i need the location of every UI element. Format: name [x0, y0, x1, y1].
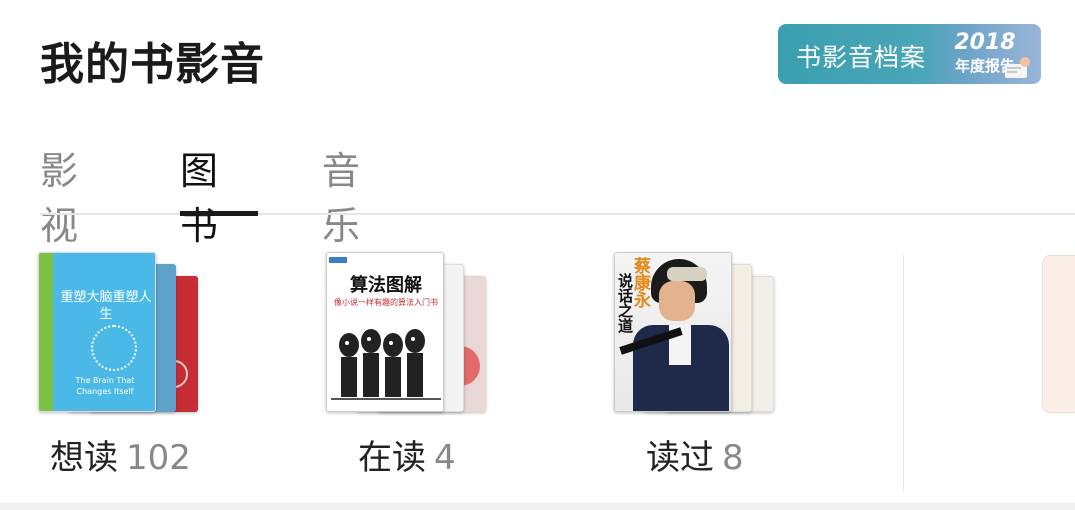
annual-report-banner[interactable]: 书影音档案 2018 年度报告 [778, 24, 1041, 84]
shelf-reading[interactable]: 算法图解 像小说一样有趣的算法入门书 在读 4 [326, 252, 486, 478]
book-cover-title: 蔡康永 [630, 257, 650, 308]
book-cover-subtitle: The Brain That Changes Itself [75, 376, 135, 396]
shelf-name: 读过 [646, 438, 714, 478]
next-card-peek[interactable] [1042, 255, 1075, 413]
report-year: 2018 [954, 30, 1016, 55]
page-title: 我的书影音 [40, 39, 265, 90]
reading-person-icon [1005, 57, 1030, 78]
shelf-label-want: 想读 102 [50, 430, 191, 479]
book-cover-subtitle: 说话之道 [616, 273, 634, 333]
book-cover-front: 蔡康永 说话之道 [614, 252, 732, 412]
book-cover-subtitle: 像小说一样有趣的算法入门书 [334, 298, 438, 307]
report-banner-label: 书影音档案 [796, 43, 927, 72]
book-stack: 算法图解 像小说一样有趣的算法入门书 [326, 252, 486, 414]
shelf-count: 4 [434, 438, 456, 478]
book-stack: 重塑大脑重塑人生 The Brain That Changes Itself [38, 252, 198, 414]
book-cover-front: 算法图解 像小说一样有趣的算法入门书 [326, 252, 444, 412]
shelf-label-read: 读过 8 [646, 430, 744, 479]
shelf-want-to-read[interactable]: 重塑大脑重塑人生 The Brain That Changes Itself 想… [38, 252, 198, 478]
bottom-separator [0, 503, 1075, 510]
shelf-count: 8 [722, 438, 744, 478]
book-cover-front: 重塑大脑重塑人生 The Brain That Changes Itself [38, 252, 156, 412]
shelf-read[interactable]: □ 蔡康永 说话之道 读过8 [614, 252, 774, 478]
tab-books[interactable]: 图书 [180, 140, 218, 248]
shelf-count: 102 [126, 438, 191, 478]
active-tab-indicator [180, 211, 258, 216]
tab-movies[interactable]: 影视 [40, 140, 78, 248]
shelf-label-reading: 在读 4 [358, 430, 456, 479]
book-stack: □ 蔡康永 说话之道 [614, 252, 774, 414]
tab-music[interactable]: 音乐 [322, 140, 360, 248]
book-cover-title: 算法图解 [350, 275, 422, 296]
shelf-name: 想读 [50, 438, 118, 478]
section-divider [903, 255, 904, 492]
book-cover-title: 重塑大脑重塑人生 [60, 290, 152, 322]
shelf-name: 在读 [358, 438, 426, 478]
